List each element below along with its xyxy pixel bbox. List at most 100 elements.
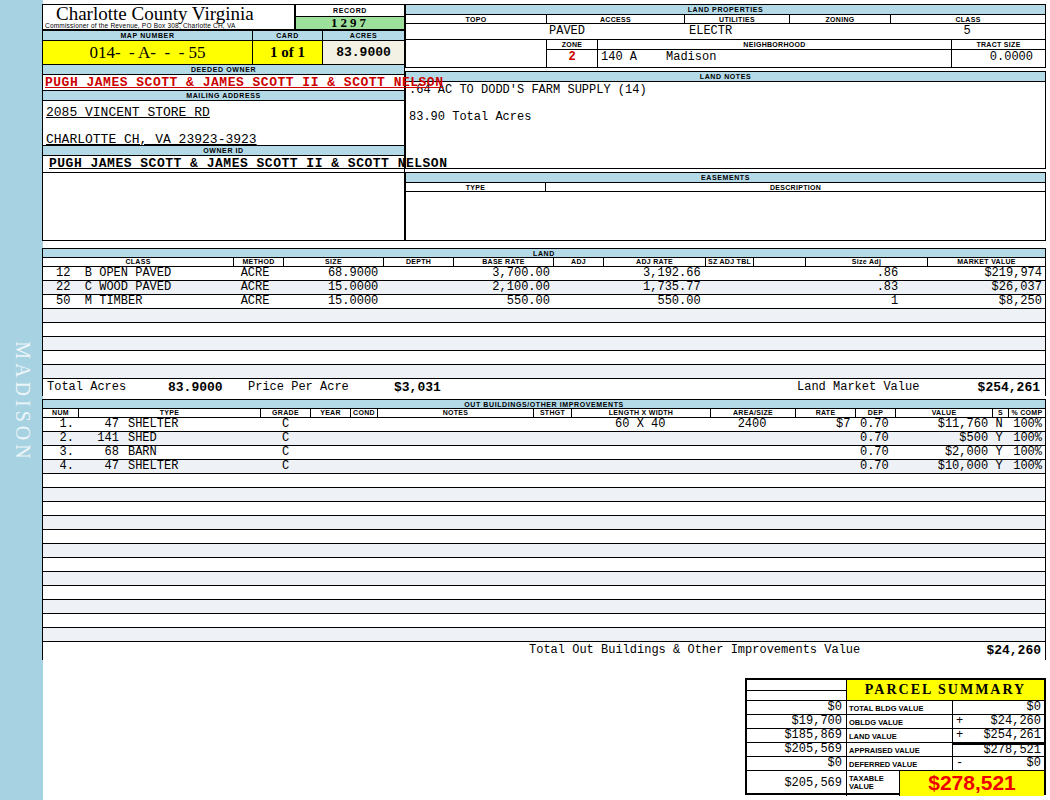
land-table-box: LAND CLASS METHOD SIZE DEPTH BASE RATE A… [42, 248, 1046, 396]
land-blank [753, 267, 805, 280]
ob-dep: 0.70 [854, 432, 894, 445]
ob-grade: C [261, 418, 311, 431]
ob-value: $11,760 [894, 418, 991, 431]
land-depth [383, 295, 453, 308]
mailing-address-block: 2085 VINCENT STORE RD CHARLOTTE CH, VA 2… [43, 101, 404, 146]
land-size-adj-header: Size Adj [806, 258, 928, 266]
neighborhood-header: NEIGHBORHOOD [598, 40, 952, 49]
ps-amount: $24,260 [991, 715, 1041, 728]
easement-type-header: TYPE [406, 183, 546, 192]
outbuildings-total-label: Total Out Buildings & Other Improvements… [529, 642, 860, 659]
land-notes-box: LAND NOTES .64 AC TO DODD'S FARM SUPPLY … [405, 71, 1046, 169]
ob-sthgt [533, 418, 571, 431]
land-class: 50 M TIMBER [43, 295, 234, 308]
ob-value: $500 [894, 432, 991, 445]
easements-box: EASEMENTS TYPE DESCRIPTION [405, 172, 1046, 241]
utilities-header: UTILITIES [685, 15, 790, 24]
land-table-title: LAND [43, 249, 1045, 258]
parcel-summary-row: $185,869 LAND VALUE +$254,261 [747, 729, 1044, 743]
ob-num: 4. [43, 460, 79, 473]
record-box: RECORD 1297 [295, 4, 405, 30]
land-properties-values: PAVED ELECTR 5 [406, 24, 1045, 40]
address-line2: CHARLOTTE CH, VA 23923-3923 [46, 133, 257, 147]
ps-taxable-value: $278,521 [900, 771, 1044, 796]
land-empty-row [43, 351, 1045, 365]
ob-notes [377, 446, 533, 459]
land-notes-body: .64 AC TO DODD'S FARM SUPPLY (14) 83.90 … [406, 82, 1045, 124]
map-number-value: 014- - A- - - 55 [43, 41, 253, 64]
easement-description-header: DESCRIPTION [546, 183, 1045, 192]
zone-headers: ZONE NEIGHBORHOOD TRACT SIZE [547, 40, 1045, 50]
land-market-value: $219,974 [926, 267, 1045, 280]
land-depth [383, 267, 453, 280]
ob-type-name: SHELTER [128, 417, 178, 431]
card-value: 1 of 1 [253, 41, 323, 64]
land-blank [753, 281, 805, 294]
ob-s: N [991, 418, 1007, 431]
land-base-rate: 3,700.00 [453, 267, 553, 280]
land-depth-header: DEPTH [384, 258, 454, 266]
parcel-summary-header-left [747, 680, 847, 700]
ob-value: $2,000 [894, 446, 991, 459]
acres-value: 83.9000 [323, 41, 404, 64]
land-row: 50 M TIMBER ACRE 15.0000 550.00 550.00 1… [43, 295, 1045, 309]
outbuilding-empty-row [43, 558, 1045, 572]
tract-size-header: TRACT SIZE [952, 40, 1045, 49]
ob-year [310, 446, 350, 459]
ob-cond [350, 432, 377, 445]
land-adj-rate: 3,192.66 [603, 267, 705, 280]
ob-value-header: VALUE [896, 409, 993, 417]
ob-comp: 100% [1007, 446, 1045, 459]
land-market-value-header: MARKET VALUE [928, 258, 1045, 266]
land-market-value-total: $254,261 [978, 379, 1040, 396]
ob-area-header: AREA/SIZE [711, 409, 796, 417]
land-adj-rate: 550.00 [603, 295, 705, 308]
ob-comp: 100% [1007, 418, 1045, 431]
zone-header: ZONE [547, 40, 598, 49]
ps-amount: $0 [1027, 701, 1041, 714]
land-notes-title: LAND NOTES [406, 72, 1045, 82]
ps-label: LAND VALUE [847, 729, 953, 742]
ob-type-name: SHED [128, 431, 157, 445]
ps-current-value: + $24,260 [953, 715, 1044, 728]
outbuildings-title: OUT BUILDINGS/OTHER IMPROVEMENTS [43, 400, 1045, 409]
outbuildings-total-value: $24,260 [986, 642, 1041, 659]
ob-rate [795, 432, 855, 445]
ps-amount: $0 [1027, 757, 1041, 770]
ob-area: 2400 [710, 418, 795, 431]
ob-sthgt-header: STHGT [534, 409, 572, 417]
total-acres-label: Total Acres [47, 379, 126, 396]
outbuilding-empty-row [43, 516, 1045, 530]
ps-current-value: -$0 [953, 757, 1044, 770]
ob-sthgt [533, 432, 571, 445]
utilities-value: ELECTR [689, 24, 732, 38]
land-adj-rate: 1,735.77 [603, 281, 705, 294]
county-header-box: Charlotte County Virginia Commissioner o… [42, 4, 295, 30]
easements-headers: TYPE DESCRIPTION [406, 183, 1045, 192]
outbuilding-row: 1. 47SHELTER C 60 X 40 2400 $7 0.70 $11,… [43, 418, 1045, 432]
ob-type-header: TYPE [79, 409, 261, 417]
ob-cond [350, 446, 377, 459]
land-method: ACRE [234, 267, 284, 280]
acres-header: ACRES [323, 31, 404, 40]
outbuilding-empty-row [43, 488, 1045, 502]
outbuilding-empty-row [43, 614, 1045, 628]
ob-sthgt [533, 446, 571, 459]
land-method: ACRE [234, 281, 284, 294]
ob-type-code: 47 [79, 418, 119, 431]
ob-notes [377, 460, 533, 473]
land-market-value: $26,037 [926, 281, 1045, 294]
district-label: MADISON [8, 337, 34, 467]
land-class: 22 C WOOD PAVED [43, 281, 234, 294]
deeded-owner-value: PUGH JAMES SCOTT & JAMES SCOTT II & SCOT… [43, 75, 404, 91]
neighborhood-code: 140 A [601, 50, 637, 65]
land-empty-row [43, 323, 1045, 337]
land-class-header: CLASS [43, 258, 234, 266]
class-header: CLASS [891, 15, 1045, 24]
ps-sign: + [956, 715, 963, 728]
land-base-rate: 2,100.00 [453, 281, 553, 294]
outbuilding-empty-row [43, 544, 1045, 558]
land-row: 22 C WOOD PAVED ACRE 15.0000 2,100.00 1,… [43, 281, 1045, 295]
land-size-adj: .83 [804, 281, 926, 294]
land-properties-box: LAND PROPERTIES TOPO ACCESS UTILITIES ZO… [405, 4, 1046, 68]
